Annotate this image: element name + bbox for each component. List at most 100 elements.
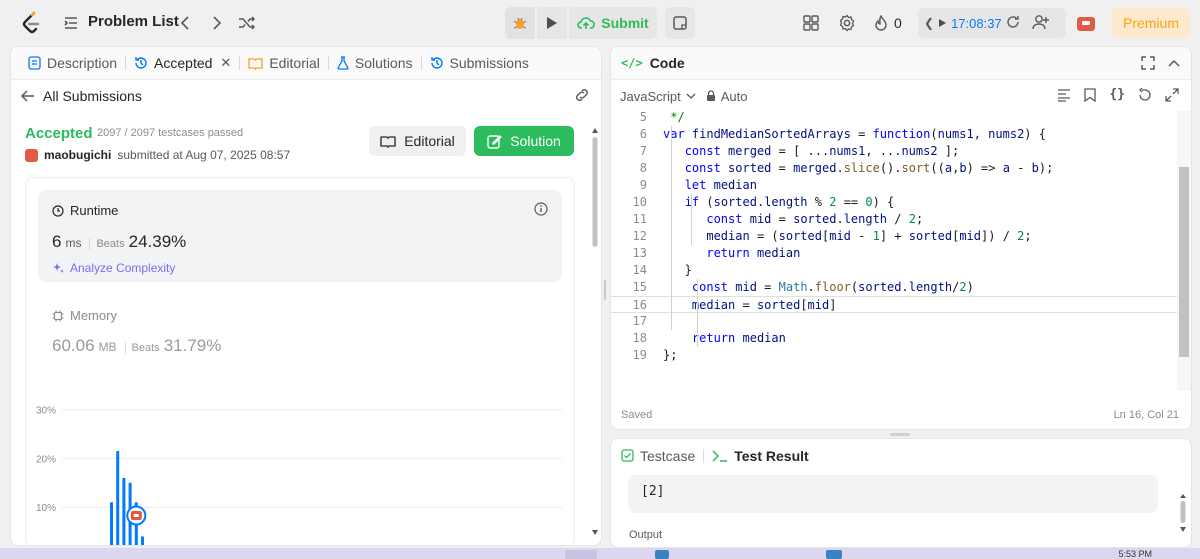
reset-code-icon[interactable]	[1138, 87, 1152, 107]
code-header-actions	[1141, 56, 1181, 75]
code-line[interactable]: 5 */	[611, 109, 1177, 126]
solution-button[interactable]: Solution	[474, 126, 574, 156]
code-line[interactable]: 18 return median	[611, 330, 1177, 347]
timer-collapse-icon[interactable]: ❮	[924, 16, 934, 30]
code-line[interactable]: 10 if (sorted.length % 2 == 0) {	[611, 194, 1177, 211]
code-scrollbar[interactable]	[1177, 111, 1191, 391]
add-user-icon[interactable]	[1031, 14, 1050, 33]
your-submission-marker[interactable]	[126, 505, 147, 526]
memory-beats-value: 31.79%	[163, 336, 222, 355]
panel-resize-handle[interactable]	[603, 280, 607, 300]
prev-problem-icon[interactable]	[176, 13, 196, 33]
distribution-bar[interactable]	[116, 451, 120, 546]
distribution-bar[interactable]	[122, 477, 126, 546]
line-text: const mid = Math.floor(sorted.length/2)	[691, 280, 974, 294]
submit-button[interactable]: Submit	[569, 7, 657, 39]
horizontal-resize-handle[interactable]	[890, 433, 910, 436]
gear-icon[interactable]	[837, 13, 857, 33]
tab-solutions[interactable]: Solutions	[332, 47, 418, 80]
tab-solutions-label: Solutions	[354, 55, 413, 71]
bug-icon	[513, 17, 527, 29]
tab-submissions[interactable]: Submissions	[425, 47, 534, 80]
code-line[interactable]: 11 const mid = sorted.length / 2;	[611, 211, 1177, 228]
tab-description[interactable]: Description	[23, 47, 122, 80]
history-icon	[135, 57, 147, 69]
taskbar-item[interactable]	[655, 550, 669, 559]
timer-play-icon[interactable]	[938, 16, 947, 31]
line-number: 16	[632, 298, 647, 312]
runtime-box[interactable]: Runtime 6 ms Beats 24.39% Analyze Comple…	[38, 190, 562, 282]
line-number: 11	[632, 212, 647, 226]
code-line[interactable]: 8 const sorted = merged.slice().sort((a,…	[611, 160, 1177, 177]
layout-icon[interactable]	[801, 13, 821, 33]
expand-editor-icon[interactable]	[1165, 88, 1179, 107]
code-line[interactable]: 16 median = sorted[mid]	[611, 296, 1177, 313]
code-line[interactable]: 17	[611, 313, 1177, 330]
avatar[interactable]	[25, 148, 38, 162]
notes-button[interactable]	[665, 7, 695, 39]
leetcode-logo-icon[interactable]	[20, 11, 42, 35]
y-tick-label: 10%	[36, 503, 56, 514]
distribution-bar[interactable]	[110, 502, 113, 546]
debug-button[interactable]	[505, 7, 535, 39]
analyze-complexity-link[interactable]: Analyze Complexity	[52, 261, 175, 275]
edit-icon	[487, 134, 503, 149]
fullscreen-icon[interactable]	[1141, 56, 1155, 75]
problem-list-link[interactable]: Problem List	[88, 13, 179, 30]
memory-title[interactable]: Memory	[52, 308, 117, 323]
problem-list-icon[interactable]	[63, 14, 79, 32]
test-scrollbar[interactable]	[1179, 493, 1187, 533]
tab-testcase[interactable]: Testcase	[621, 448, 695, 464]
collapse-panel-icon[interactable]	[1167, 56, 1181, 75]
editorial-button[interactable]: Editorial	[369, 126, 466, 156]
taskbar-item[interactable]	[826, 550, 842, 559]
gift-icon[interactable]	[1075, 12, 1097, 34]
tab-test-result[interactable]: Test Result	[712, 448, 809, 464]
close-tab-icon[interactable]: ✕	[220, 55, 231, 71]
tab-description-label: Description	[47, 55, 118, 71]
line-number: 17	[632, 314, 647, 328]
timer-reset-icon[interactable]	[1006, 15, 1020, 32]
taskbar-item[interactable]	[565, 550, 597, 559]
all-submissions-link[interactable]: All Submissions	[21, 88, 142, 104]
sparkle-icon	[53, 262, 64, 273]
bookmark-icon[interactable]	[1084, 88, 1096, 107]
streak-counter[interactable]: 0	[874, 12, 902, 34]
braces-icon[interactable]: {}	[1109, 88, 1125, 107]
code-line[interactable]: 7 const merged = [ ...nums1, ...nums2 ];	[611, 143, 1177, 160]
code-line[interactable]: 19};	[611, 347, 1177, 364]
info-icon[interactable]	[534, 202, 548, 221]
history-icon	[430, 57, 443, 69]
tab-accepted[interactable]: Accepted ✕	[129, 47, 236, 80]
auto-mode[interactable]: Auto	[706, 89, 747, 104]
book-icon	[248, 57, 263, 70]
code-line[interactable]: 15 const mid = Math.floor(sorted.length/…	[611, 279, 1177, 296]
premium-button[interactable]: Premium	[1112, 8, 1190, 38]
run-button[interactable]	[537, 7, 567, 39]
solution-button-label: Solution	[510, 133, 561, 149]
code-line[interactable]: 13 return median	[611, 245, 1177, 262]
distribution-bar[interactable]	[141, 536, 144, 546]
code-line[interactable]: 6 var findMedianSortedArrays = function(n…	[611, 126, 1177, 143]
checkbox-icon	[621, 449, 634, 462]
left-scrollbar[interactable]	[591, 127, 599, 537]
line-number: 19	[632, 348, 647, 362]
shuffle-icon[interactable]	[237, 13, 257, 33]
code-editor[interactable]: 5 */6 var findMedianSortedArrays = functi…	[611, 107, 1177, 397]
code-line[interactable]: 12 median = (sorted[mid - 1] + sorted[mi…	[611, 228, 1177, 245]
code-line[interactable]: 14 }	[611, 262, 1177, 279]
memory-unit: MB	[98, 340, 117, 354]
line-text: median = (sorted[mid - 1] + sorted[mid])…	[706, 229, 1032, 243]
terminal-icon	[712, 449, 728, 462]
timer[interactable]: ❮ 17:08:37	[918, 8, 1066, 38]
code-line[interactable]: 9 let median	[611, 177, 1177, 194]
runtime-distribution-chart[interactable]: 30% 20% 10%	[26, 388, 576, 546]
tab-editorial[interactable]: Editorial	[243, 47, 325, 80]
line-text: return median	[706, 246, 801, 260]
link-icon[interactable]	[573, 88, 591, 107]
username-link[interactable]: maobugichi	[44, 148, 111, 162]
format-icon[interactable]	[1057, 88, 1071, 107]
next-problem-icon[interactable]	[206, 13, 226, 33]
code-scrollbar-thumb[interactable]	[1179, 167, 1189, 357]
language-select[interactable]: JavaScript	[620, 89, 696, 104]
